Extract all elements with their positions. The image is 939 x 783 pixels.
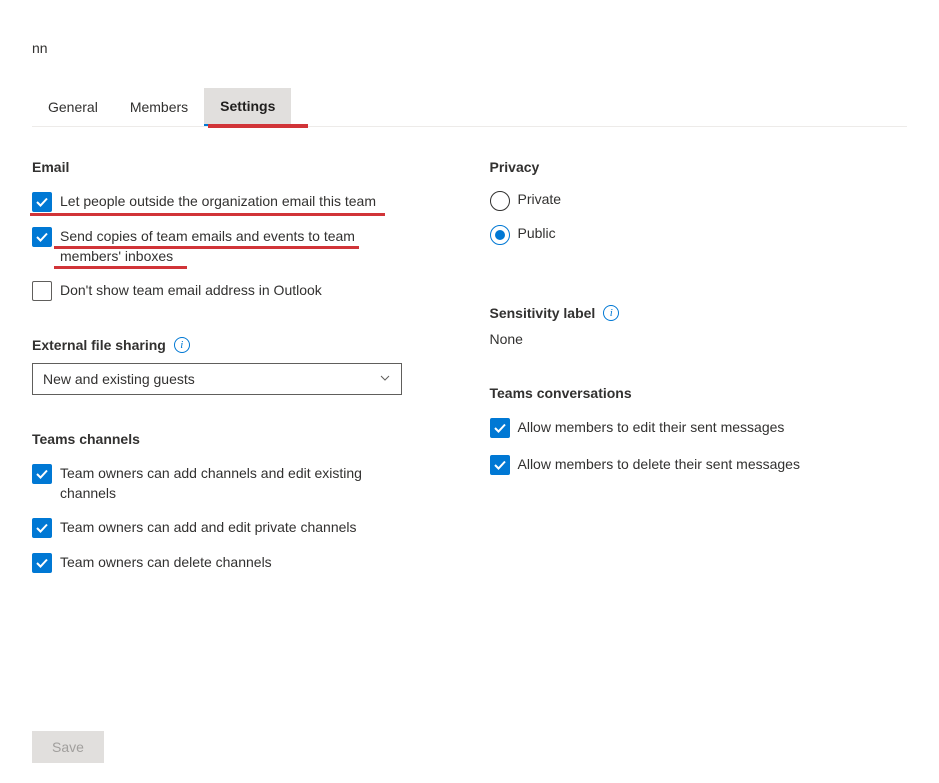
conv-delete-row: Allow members to delete their sent messa… <box>490 454 908 475</box>
email-outside-label: Let people outside the organization emai… <box>60 191 376 212</box>
channels-delete-checkbox[interactable] <box>32 553 52 573</box>
info-icon[interactable]: i <box>174 337 190 353</box>
annotation-underline-tabs <box>208 124 308 128</box>
privacy-public-row: Public <box>490 225 908 245</box>
privacy-private-label: Private <box>518 191 562 207</box>
channels-add-edit-row: Team owners can add channels and edit ex… <box>32 463 450 503</box>
annotation-underline-2a <box>54 246 359 249</box>
email-copies-row: Send copies of team emails and events to… <box>32 226 450 266</box>
conv-delete-checkbox[interactable] <box>490 455 510 475</box>
check-icon <box>35 556 49 570</box>
check-icon <box>35 230 49 244</box>
left-column: Email Let people outside the organizatio… <box>32 159 450 609</box>
annotation-underline-2b <box>54 266 187 269</box>
external-sharing-value: New and existing guests <box>43 371 195 387</box>
email-copies-checkbox[interactable] <box>32 227 52 247</box>
email-hide-checkbox[interactable] <box>32 281 52 301</box>
sensitivity-title: Sensitivity label <box>490 305 596 321</box>
tabs: General Members Settings <box>32 88 907 127</box>
external-sharing-select[interactable]: New and existing guests <box>32 363 402 395</box>
teams-channels-section: Teams channels Team owners can add chann… <box>32 431 450 573</box>
sensitivity-section: Sensitivity label i None <box>490 305 908 347</box>
email-hide-label: Don't show team email address in Outlook <box>60 280 322 301</box>
conv-delete-label: Allow members to delete their sent messa… <box>518 454 800 475</box>
tab-members[interactable]: Members <box>114 88 204 126</box>
privacy-section: Privacy Private Public <box>490 159 908 245</box>
team-name: nn <box>32 40 907 56</box>
chevron-down-icon <box>379 371 391 387</box>
tab-settings[interactable]: Settings <box>204 88 291 126</box>
channels-private-row: Team owners can add and edit private cha… <box>32 517 450 538</box>
teams-conversations-title: Teams conversations <box>490 385 908 401</box>
email-title: Email <box>32 159 450 175</box>
privacy-private-radio[interactable] <box>490 191 510 211</box>
tabs-container: General Members Settings <box>32 88 907 127</box>
right-column: Privacy Private Public Sensitivity label… <box>490 159 908 609</box>
teams-conversations-section: Teams conversations Allow members to edi… <box>490 385 908 475</box>
privacy-public-radio[interactable] <box>490 225 510 245</box>
external-sharing-title-row: External file sharing i <box>32 337 450 353</box>
conv-edit-checkbox[interactable] <box>490 418 510 438</box>
content: Email Let people outside the organizatio… <box>0 127 939 641</box>
channels-add-edit-checkbox[interactable] <box>32 464 52 484</box>
sensitivity-value: None <box>490 331 908 347</box>
external-sharing-title: External file sharing <box>32 337 166 353</box>
conv-edit-row: Allow members to edit their sent message… <box>490 417 908 438</box>
email-outside-checkbox[interactable] <box>32 192 52 212</box>
sensitivity-title-row: Sensitivity label i <box>490 305 908 321</box>
radio-dot <box>495 230 505 240</box>
privacy-private-row: Private <box>490 191 908 211</box>
channels-private-checkbox[interactable] <box>32 518 52 538</box>
check-icon <box>493 421 507 435</box>
check-icon <box>493 458 507 472</box>
email-section: Email Let people outside the organizatio… <box>32 159 450 301</box>
teams-channels-title: Teams channels <box>32 431 450 447</box>
privacy-public-label: Public <box>518 225 556 241</box>
tab-general[interactable]: General <box>32 88 114 126</box>
privacy-title: Privacy <box>490 159 908 175</box>
header: nn General Members Settings <box>0 0 939 127</box>
check-icon <box>35 521 49 535</box>
email-hide-row: Don't show team email address in Outlook <box>32 280 450 301</box>
save-button[interactable]: Save <box>32 731 104 763</box>
annotation-underline-1 <box>30 213 385 216</box>
channels-delete-row: Team owners can delete channels <box>32 552 450 573</box>
email-outside-row: Let people outside the organization emai… <box>32 191 450 212</box>
check-icon <box>35 195 49 209</box>
channels-private-label: Team owners can add and edit private cha… <box>60 517 357 538</box>
info-icon[interactable]: i <box>603 305 619 321</box>
channels-delete-label: Team owners can delete channels <box>60 552 272 573</box>
external-sharing-section: External file sharing i New and existing… <box>32 337 450 395</box>
channels-add-edit-label: Team owners can add channels and edit ex… <box>60 463 380 503</box>
check-icon <box>35 467 49 481</box>
conv-edit-label: Allow members to edit their sent message… <box>518 417 785 438</box>
